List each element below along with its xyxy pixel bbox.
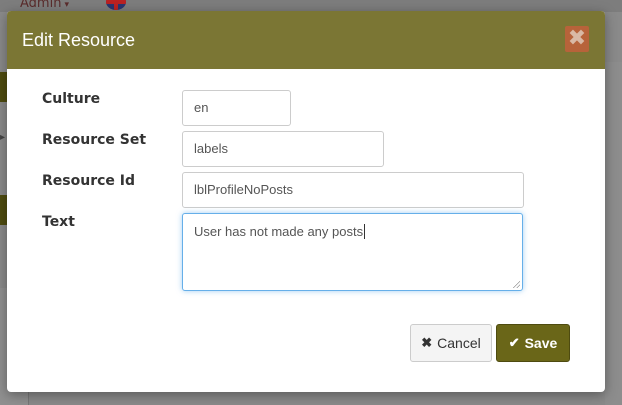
admin-menu-label: Admin: [20, 0, 62, 11]
resource-id-input[interactable]: lblProfileNoPosts: [182, 172, 524, 208]
resource-id-label: Resource Id: [42, 173, 135, 189]
check-icon: ✔: [508, 335, 520, 350]
save-button-label: Save: [524, 335, 558, 351]
text-value: User has not made any posts: [194, 224, 364, 239]
text-cursor: [364, 224, 366, 239]
dialog-header: Edit Resource ✖: [7, 11, 605, 69]
edit-resource-dialog: Edit Resource ✖ Culture en Resource Set …: [7, 11, 605, 392]
resource-set-label: Resource Set: [42, 132, 147, 148]
culture-input[interactable]: en: [182, 90, 291, 126]
caret-down-icon: ▾: [64, 0, 69, 10]
cancel-button-label: Cancel: [437, 335, 481, 351]
text-textarea[interactable]: User has not made any posts: [182, 213, 523, 291]
text-label: Text: [42, 214, 75, 230]
close-icon[interactable]: ✖: [565, 26, 589, 52]
resource-set-input[interactable]: labels: [182, 131, 384, 167]
cancel-button[interactable]: ✖ Cancel: [410, 324, 492, 362]
culture-label: Culture: [42, 91, 101, 107]
times-icon: ✖: [421, 335, 433, 350]
save-button[interactable]: ✔ Save: [496, 324, 570, 362]
dialog-title: Edit Resource: [22, 29, 136, 50]
resize-handle-icon[interactable]: [512, 280, 520, 288]
chevron-right-icon: ▸: [0, 132, 6, 143]
admin-menu[interactable]: Admin ▾: [20, 0, 69, 11]
background-panel: [605, 62, 622, 405]
